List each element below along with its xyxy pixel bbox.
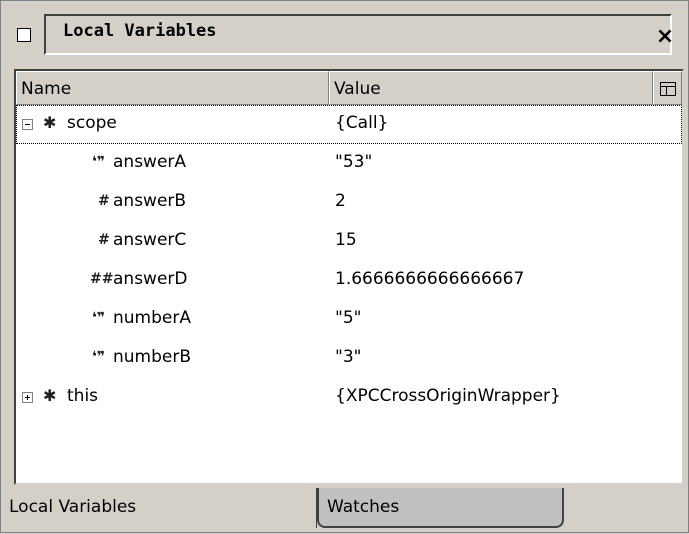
variable-value: {Call}	[335, 113, 389, 133]
expand-icon[interactable]	[22, 392, 33, 403]
object-icon: ✱	[43, 113, 57, 132]
string-icon: ❛❞	[92, 310, 106, 326]
double-icon: ##	[90, 271, 114, 287]
close-button[interactable]: ×	[645, 21, 685, 53]
variable-name: answerA	[113, 152, 187, 172]
tree-row-answerB[interactable]: # answerB 2	[16, 183, 682, 222]
tree-row-numberA[interactable]: ❛❞ numberA "5"	[16, 300, 682, 339]
variable-name: answerB	[113, 191, 187, 211]
tree-row-answerA[interactable]: ❛❞ answerA "53"	[16, 144, 682, 183]
tree-row-answerD[interactable]: ## answerD 1.6666666666666667	[16, 261, 682, 300]
number-icon: #	[98, 232, 110, 248]
variable-name: scope	[67, 113, 117, 133]
variables-tree[interactable]: Name Value ✱ scope {Call} ❛❞ answerA "53…	[14, 69, 684, 485]
variable-value: "3"	[335, 347, 362, 367]
column-picker-icon	[659, 82, 676, 96]
variable-name: answerC	[113, 230, 187, 250]
number-icon: #	[98, 193, 110, 209]
variable-value: 1.6666666666666667	[335, 269, 525, 289]
collapse-icon[interactable]	[22, 119, 33, 130]
variable-value: 15	[335, 230, 357, 250]
variable-name: numberB	[113, 347, 192, 367]
column-header-name[interactable]: Name	[16, 71, 329, 105]
column-header-value[interactable]: Value	[329, 71, 653, 105]
variable-name: answerD	[113, 269, 188, 289]
variable-value: "53"	[335, 152, 373, 172]
panel-title: Local Variables	[63, 21, 217, 41]
tree-row-numberB[interactable]: ❛❞ numberB "3"	[16, 339, 682, 378]
column-picker-button[interactable]	[653, 71, 682, 105]
string-icon: ❛❞	[92, 154, 106, 170]
variable-name: this	[67, 386, 99, 406]
local-variables-panel: Local Variables × Name Value ✱ scope {Ca…	[0, 0, 689, 533]
panel-checkbox[interactable]	[17, 28, 31, 42]
tree-row-scope[interactable]: ✱ scope {Call}	[16, 105, 682, 144]
tree-row-answerC[interactable]: # answerC 15	[16, 222, 682, 261]
tab-strip: Local Variables Watches	[1, 488, 689, 534]
variable-value: "5"	[335, 308, 362, 328]
variable-value: {XPCCrossOriginWrapper}	[335, 386, 561, 406]
tab-watches[interactable]: Watches	[317, 488, 564, 528]
object-icon: ✱	[43, 386, 57, 405]
column-header: Name Value	[16, 71, 682, 105]
variable-name: numberA	[113, 308, 191, 328]
string-icon: ❛❞	[92, 349, 106, 365]
tree-row-this[interactable]: ✱ this {XPCCrossOriginWrapper}	[16, 378, 682, 417]
variable-value: 2	[335, 191, 346, 211]
tab-local-variables[interactable]: Local Variables	[1, 488, 317, 528]
